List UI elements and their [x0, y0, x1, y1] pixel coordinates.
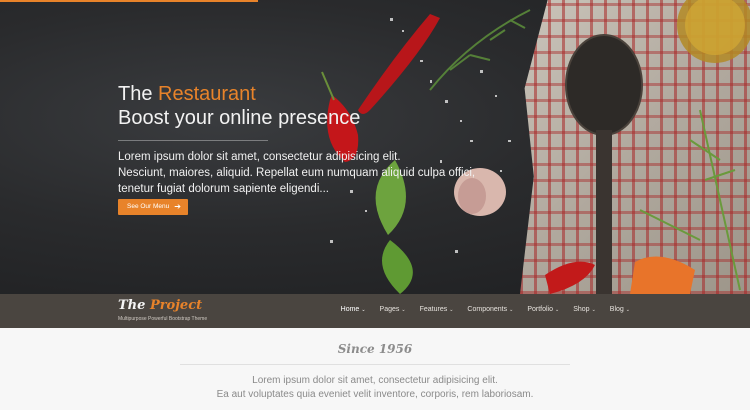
- hero-text-block: The Restaurant Boost your online presenc…: [118, 82, 518, 197]
- section-divider: [180, 364, 570, 365]
- hero-title: The Restaurant: [118, 82, 518, 106]
- menu-item-home[interactable]: Home ⌄: [341, 306, 366, 313]
- hero-title-prefix: The: [118, 83, 159, 105]
- chevron-down-icon: ⌄: [591, 307, 596, 313]
- chevron-down-icon: ⌄: [401, 307, 406, 313]
- since-heading: Since 1956: [337, 342, 413, 356]
- menu-item-blog[interactable]: Blog ⌄: [610, 306, 630, 313]
- chevron-down-icon: ⌄: [509, 307, 514, 313]
- menu-item-label: Features: [419, 306, 448, 313]
- site-tagline: Multipurpose Powerful Bootstrap Theme: [118, 316, 208, 322]
- menu-item-pages[interactable]: Pages ⌄: [380, 306, 406, 313]
- see-our-menu-button[interactable]: See Our Menu ➔: [118, 199, 188, 215]
- hero-body-line: Lorem ipsum dolor sit amet, consectetur …: [118, 151, 401, 163]
- hero-body: Lorem ipsum dolor sit amet, consectetur …: [118, 149, 518, 197]
- chevron-down-icon: ⌄: [625, 307, 630, 313]
- menu-item-features[interactable]: Features ⌄: [420, 306, 454, 313]
- menu-item-label: Pages: [379, 306, 400, 313]
- menu-item-label: Components: [467, 306, 508, 313]
- arrow-right-icon: ➔: [174, 202, 181, 211]
- hero-title-accent: Restaurant: [158, 83, 256, 105]
- hero-banner: The Restaurant Boost your online presenc…: [0, 0, 750, 294]
- menu-item-label: Portfolio: [527, 306, 554, 313]
- chevron-down-icon: ⌄: [449, 307, 454, 313]
- hero-body-line: tenetur fugiat dolorum sapiente eligendi…: [118, 183, 329, 195]
- site-logo[interactable]: The Project: [118, 298, 202, 313]
- hero-subtitle: Boost your online presence: [118, 107, 361, 129]
- hero-body-line: Nesciunt, maiores, aliquid. Repellat eum…: [118, 167, 476, 179]
- main-menu: Home ⌄ Pages ⌄ Features ⌄ Components ⌄ Portf…: [327, 306, 630, 313]
- logo-accent: Project: [149, 298, 203, 313]
- menu-item-label: Shop: [573, 306, 590, 313]
- menu-item-portfolio[interactable]: Portfolio ⌄: [527, 306, 559, 313]
- cta-label: See Our Menu: [127, 203, 170, 210]
- menu-item-shop[interactable]: Shop ⌄: [573, 306, 596, 313]
- chevron-down-icon: ⌄: [555, 307, 560, 313]
- menu-item-components[interactable]: Components ⌄: [467, 306, 513, 313]
- intro-line: Ea aut voluptates quia eveniet velit inv…: [216, 389, 534, 400]
- chevron-down-icon: ⌄: [361, 307, 366, 313]
- intro-text: Lorem ipsum dolor sit amet, consectetur …: [0, 374, 750, 402]
- logo-prefix: The: [118, 298, 150, 313]
- hero-divider: [118, 140, 268, 141]
- main-navbar: The Project Multipurpose Powerful Bootst…: [0, 294, 750, 328]
- menu-item-label: Home: [340, 306, 360, 313]
- intro-line: Lorem ipsum dolor sit amet, consectetur …: [252, 375, 498, 386]
- menu-item-label: Blog: [609, 306, 624, 313]
